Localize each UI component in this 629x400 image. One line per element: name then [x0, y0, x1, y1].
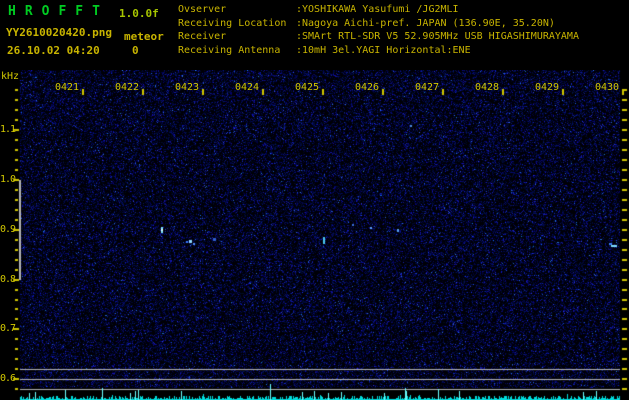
- station-info-label: Ovserver: [178, 4, 227, 15]
- time-label: 0423: [175, 82, 200, 93]
- time-label: 0430: [595, 82, 620, 93]
- station-info-value: :SMArt RTL-SDR V5 52.905MHz USB HIGASHIM…: [296, 31, 579, 42]
- mode-label: meteor: [124, 30, 164, 43]
- hrofft-window: HROFFT 1.0.0f YY2610020420.png meteor 26…: [0, 0, 629, 400]
- freq-label: 0.6: [0, 373, 16, 384]
- output-filename: YY2610020420.png: [6, 26, 112, 39]
- time-label: 0425: [295, 82, 320, 93]
- freq-label: 0.7: [0, 323, 16, 334]
- time-label: 0421: [55, 82, 80, 93]
- freq-label: 0.8: [0, 274, 16, 285]
- time-label: 0428: [475, 82, 500, 93]
- time-label: 0426: [355, 82, 380, 93]
- spectrogram-canvas: [0, 70, 629, 400]
- app-version: 1.0.0f: [119, 7, 159, 20]
- freq-label: 0.9: [0, 224, 16, 235]
- station-info-row: Ovserver :YOSHIKAWA Yasufumi /JG2MLI: [178, 3, 579, 17]
- station-info-value: :10mH 3el.YAGI Horizontal:ENE: [296, 44, 471, 56]
- station-info-row: Receiving Antenna :10mH 3el.YAGI Horizont…: [178, 44, 579, 58]
- station-info-label: Receiver: [178, 31, 227, 42]
- time-label: 0429: [535, 82, 560, 93]
- station-info-label: Receiving Location: [178, 17, 287, 29]
- freq-label: 1.1: [0, 124, 16, 135]
- echo-count: 0: [132, 44, 139, 57]
- time-label: 0422: [115, 82, 140, 93]
- time-label: 0427: [415, 82, 440, 93]
- station-info-label: Receiving Antenna: [178, 44, 281, 56]
- y-axis-unit-label: kHz: [1, 71, 20, 82]
- freq-label: 1.0: [0, 174, 16, 185]
- time-label: 0424: [235, 82, 260, 93]
- station-info-value: :Nagoya Aichi-pref. JAPAN (136.90E, 35.2…: [296, 17, 555, 29]
- observation-datetime: 26.10.02 04:20: [7, 44, 100, 57]
- station-info: Ovserver :YOSHIKAWA Yasufumi /JG2MLI Recei…: [178, 3, 579, 57]
- app-title: HROFFT: [8, 4, 109, 19]
- station-info-row: Receiving Location :Nagoya Aichi-pref. JA…: [178, 17, 579, 31]
- station-info-row: Receiver :SMArt RTL-SDR V5 52.905MHz USB …: [178, 30, 579, 44]
- station-info-value: :YOSHIKAWA Yasufumi /JG2MLI: [296, 4, 459, 15]
